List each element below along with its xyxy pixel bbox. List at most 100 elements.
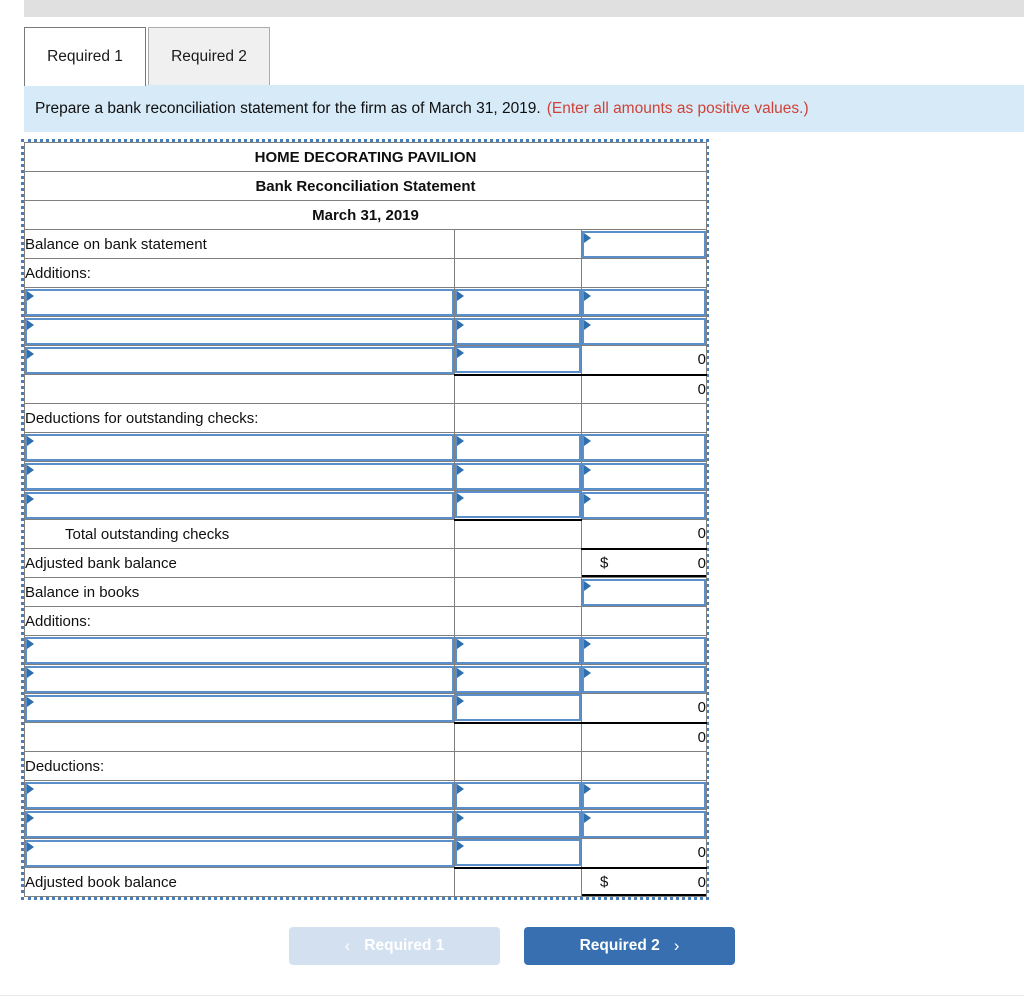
description-dropdown-field[interactable] [25,781,454,809]
row-description-input[interactable] [24,780,455,810]
statement-date: March 31, 2019 [23,200,708,230]
description-dropdown-field[interactable] [25,346,454,374]
tab-bar: Required 1 Required 2 [24,26,270,86]
table-row: 0 [24,345,708,375]
amount-field-middle[interactable] [455,462,581,490]
row-description-input[interactable] [24,809,455,839]
row-description-input[interactable] [24,316,455,346]
row-amount-input-right[interactable] [580,635,708,665]
amount-field-middle[interactable] [455,694,581,722]
row-amount-middle [454,751,582,781]
row-amount-middle [454,721,582,752]
tab-required-2[interactable]: Required 2 [148,27,270,86]
description-dropdown-field[interactable] [25,491,454,519]
amount-field-middle[interactable] [455,346,581,374]
next-required-2-button[interactable]: Required 2 › [524,927,735,965]
row-label: Deductions for outstanding checks: [24,403,455,433]
description-dropdown-field[interactable] [25,665,454,693]
amount-field-middle[interactable] [455,665,581,693]
amount-field-right[interactable] [582,462,707,490]
row-amount-input-right[interactable] [580,809,708,839]
row-amount-input-middle[interactable] [454,780,582,810]
row-description-input[interactable] [24,287,455,317]
chevron-right-icon: › [673,936,680,955]
row-amount-input-middle[interactable] [454,432,582,462]
top-gray-strip [24,0,1024,17]
row-amount-input-middle[interactable] [454,664,582,694]
row-amount-input-right[interactable] [580,316,708,346]
row-amount-input-right[interactable] [580,780,708,810]
amount-field-middle[interactable] [455,288,581,316]
currency-symbol: $ [600,873,609,891]
amount-field-middle[interactable] [455,433,581,461]
row-label: Deductions: [24,751,455,781]
table-row: 0 [24,373,708,404]
row-amount-input-right[interactable] [580,287,708,317]
description-dropdown-field[interactable] [25,317,454,345]
amount-field-middle[interactable] [455,636,581,664]
row-amount-input-right[interactable] [580,490,708,520]
amount-field-right[interactable] [582,810,707,838]
amount-field-right[interactable] [582,317,707,345]
amount-field-right[interactable] [582,636,707,664]
row-label: Adjusted bank balance [24,548,455,578]
description-dropdown-field[interactable] [25,694,454,722]
row-description-input[interactable] [24,461,455,491]
row-amount-input-middle[interactable] [454,345,582,375]
row-amount-input-middle[interactable] [454,490,582,520]
row-amount-input-right[interactable] [580,664,708,694]
amount-field-right[interactable] [582,288,707,316]
amount-field-middle[interactable] [455,839,581,867]
instruction-hint: (Enter all amounts as positive values.) [546,99,809,117]
row-amount-right [580,751,708,781]
amount-field-right[interactable] [582,491,707,519]
worksheet-selection-border: HOME DECORATING PAVILION Bank Reconcilia… [21,139,709,900]
amount-field-middle[interactable] [455,491,581,519]
description-dropdown-field[interactable] [25,636,454,664]
row-amount-input-middle[interactable] [454,461,582,491]
amount-field-middle[interactable] [455,810,581,838]
table-row: Total outstanding checks 0 [24,518,708,549]
row-amount-input-right[interactable] [580,577,708,607]
table-row: 0 [24,693,708,723]
row-amount-input-middle[interactable] [454,838,582,868]
row-description-input[interactable] [24,693,455,723]
row-label [24,722,455,752]
row-description-input[interactable] [24,345,455,375]
row-amount-right [580,258,708,288]
amount-field-right[interactable] [582,433,707,461]
instruction-text: Prepare a bank reconciliation statement … [35,99,541,117]
amount-field-right[interactable] [582,230,707,258]
row-amount-input-right[interactable] [580,461,708,491]
description-dropdown-field[interactable] [25,810,454,838]
row-amount-input-middle[interactable] [454,316,582,346]
row-amount-input-middle[interactable] [454,635,582,665]
table-title-row-2: Bank Reconciliation Statement [23,171,708,201]
amount-field-middle[interactable] [455,781,581,809]
amount-field-right[interactable] [582,781,707,809]
description-dropdown-field[interactable] [25,288,454,316]
row-description-input[interactable] [24,490,455,520]
row-amount-input-middle[interactable] [454,287,582,317]
row-amount-input-right[interactable] [580,229,708,259]
row-description-input[interactable] [24,635,455,665]
table-row: 0 [24,838,708,868]
row-description-input[interactable] [24,838,455,868]
table-row [24,635,708,665]
row-description-input[interactable] [24,664,455,694]
row-description-input[interactable] [24,432,455,462]
tab-required-1[interactable]: Required 1 [24,27,146,86]
row-amount-input-middle[interactable] [454,809,582,839]
row-amount-right: $0 [580,547,708,578]
row-amount-input-middle[interactable] [454,693,582,723]
row-amount-right: 0 [580,519,708,549]
amount-field-middle[interactable] [455,317,581,345]
previous-required-1-button[interactable]: ‹ Required 1 [289,927,500,965]
description-dropdown-field[interactable] [25,462,454,490]
amount-field-right[interactable] [582,665,707,693]
row-amount-input-right[interactable] [580,432,708,462]
description-dropdown-field[interactable] [25,839,454,867]
amount-field-right[interactable] [582,578,707,606]
row-label: Total outstanding checks [24,519,455,549]
description-dropdown-field[interactable] [25,433,454,461]
